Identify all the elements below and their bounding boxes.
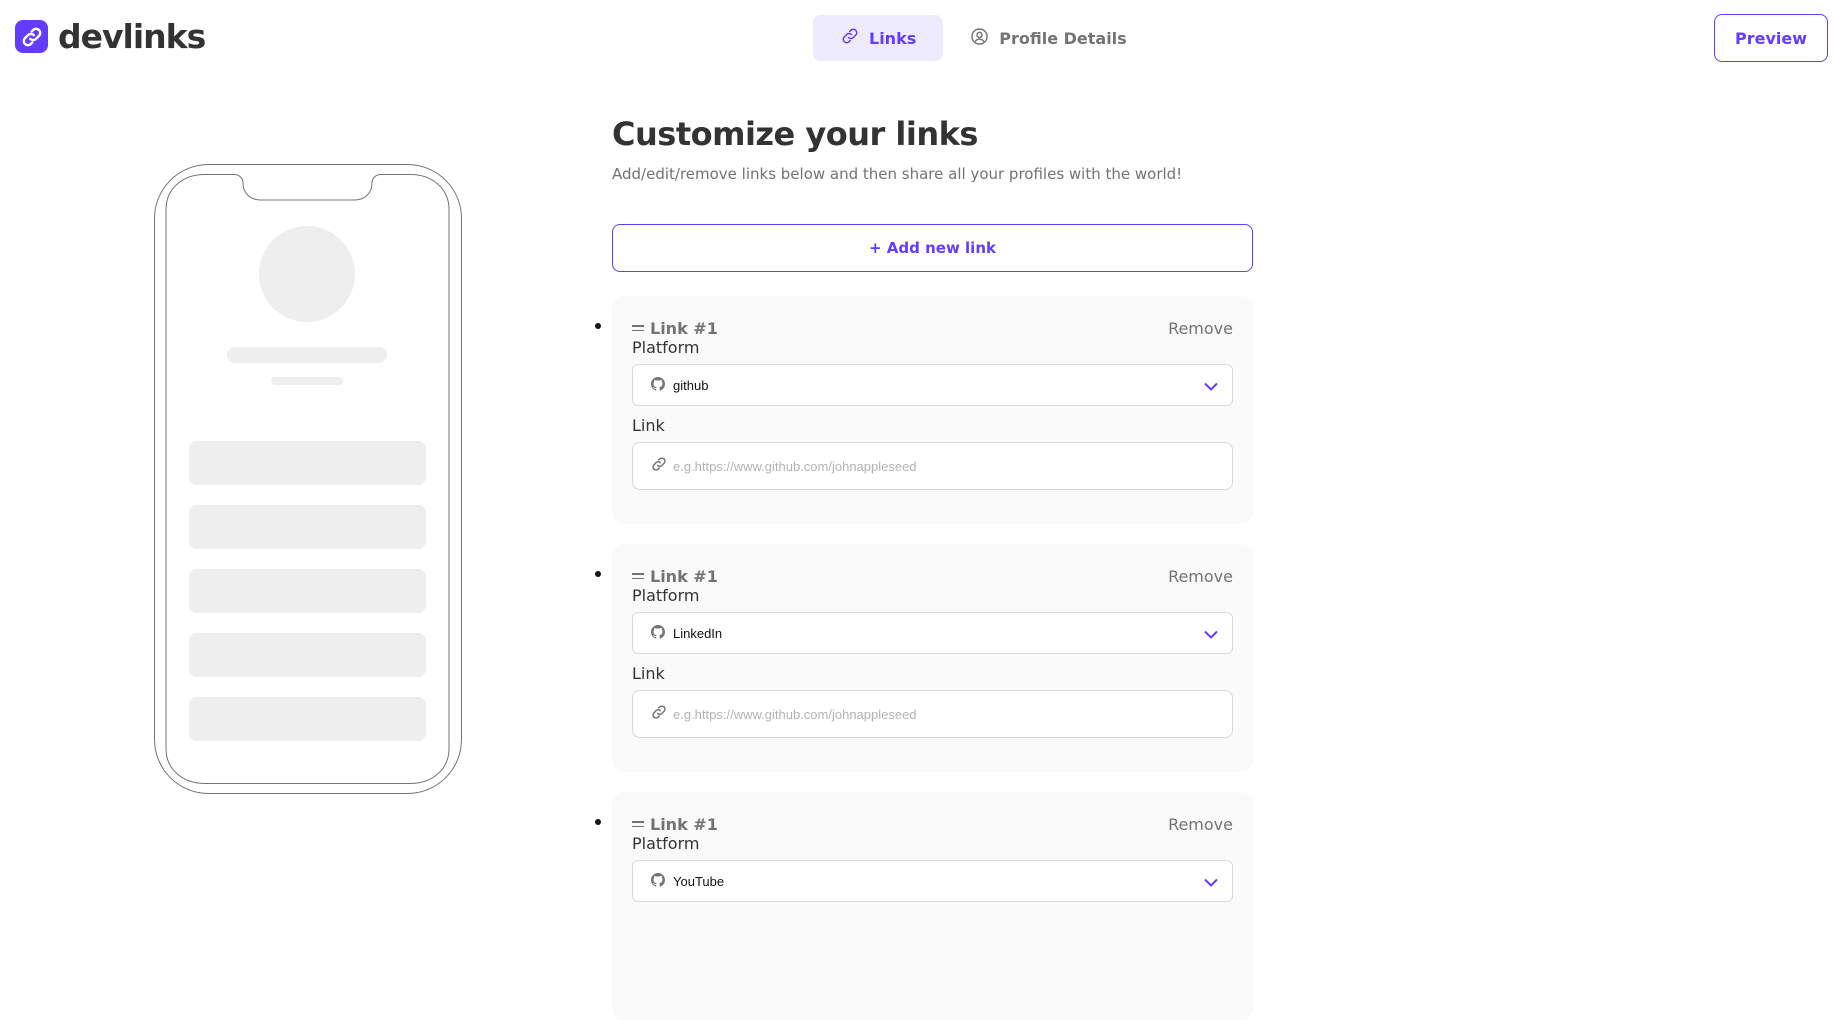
chevron-down-icon xyxy=(1204,624,1218,643)
chevron-down-icon xyxy=(1204,872,1218,891)
platform-label: Platform xyxy=(632,586,700,605)
github-icon xyxy=(651,872,665,891)
remove-link-button[interactable]: Remove xyxy=(1168,815,1233,834)
page-title: Customize your links xyxy=(612,115,978,153)
list-bullet xyxy=(595,819,601,825)
remove-link-button[interactable]: Remove xyxy=(1168,567,1233,586)
link-card-header: Link #1 Remove xyxy=(632,812,1233,836)
link-icon xyxy=(651,704,667,724)
platform-select-value: YouTube xyxy=(673,873,725,889)
link-logo-icon xyxy=(15,20,48,53)
name-placeholder xyxy=(227,347,387,363)
drag-handle-icon[interactable] xyxy=(632,821,644,827)
links-editor: Customize your links Add/edit/remove lin… xyxy=(595,112,1254,1020)
link-title-text: Link #1 xyxy=(650,814,718,834)
github-icon xyxy=(651,376,665,395)
tab-profile-details[interactable]: Profile Details xyxy=(955,15,1141,61)
tab-links[interactable]: Links xyxy=(813,15,944,61)
link-title: Link #1 xyxy=(632,319,718,338)
page-subtitle: Add/edit/remove links below and then sha… xyxy=(612,165,1183,183)
link-placeholder xyxy=(189,569,426,613)
platform-select-value: github xyxy=(673,377,709,393)
drag-handle-icon[interactable] xyxy=(632,573,644,579)
link-card: Link #1 Remove Platform github Link xyxy=(595,296,1253,524)
link-url-input[interactable] xyxy=(673,458,1216,474)
user-circle-icon xyxy=(970,27,989,50)
preview-button[interactable]: Preview xyxy=(1714,14,1828,62)
drag-handle-icon[interactable] xyxy=(632,325,644,331)
link-title-text: Link #1 xyxy=(650,318,718,338)
link-card: Link #1 Remove Platform YouTube xyxy=(595,792,1253,1020)
remove-link-button[interactable]: Remove xyxy=(1168,319,1233,338)
link-title-text: Link #1 xyxy=(650,566,718,586)
platform-select[interactable]: github xyxy=(632,364,1233,406)
link-input-wrapper xyxy=(632,442,1233,490)
top-navbar: devlinks Links Profile Details Preview xyxy=(0,0,1835,76)
list-bullet xyxy=(595,571,601,577)
platform-select[interactable]: LinkedIn xyxy=(632,612,1233,654)
avatar-placeholder xyxy=(259,226,355,322)
email-placeholder xyxy=(271,377,343,385)
link-card-header: Link #1 Remove xyxy=(632,316,1233,340)
app-logo[interactable]: devlinks xyxy=(15,17,206,56)
tab-links-label: Links xyxy=(869,28,917,48)
platform-label: Platform xyxy=(632,338,700,357)
list-bullet xyxy=(595,323,601,329)
chevron-down-icon xyxy=(1204,376,1218,395)
link-title: Link #1 xyxy=(632,567,718,586)
link-url-input[interactable] xyxy=(673,706,1216,722)
add-new-link-button[interactable]: + Add new link xyxy=(612,224,1253,272)
platform-select-value: LinkedIn xyxy=(673,625,723,641)
link-icon xyxy=(841,27,859,49)
tab-profile-details-label: Profile Details xyxy=(999,28,1127,48)
link-placeholder xyxy=(189,441,426,485)
app-name: devlinks xyxy=(58,17,206,56)
link-label: Link xyxy=(632,664,665,683)
link-card-header: Link #1 Remove xyxy=(632,564,1233,588)
platform-select[interactable]: YouTube xyxy=(632,860,1233,902)
main-tabs: Links Profile Details xyxy=(813,15,1142,61)
link-card: Link #1 Remove Platform LinkedIn Link xyxy=(595,544,1253,772)
link-placeholder xyxy=(189,505,426,549)
phone-preview xyxy=(154,164,462,794)
github-icon xyxy=(651,624,665,643)
link-icon xyxy=(651,456,667,476)
link-input-wrapper xyxy=(632,690,1233,738)
link-label: Link xyxy=(632,416,665,435)
platform-label: Platform xyxy=(632,834,700,853)
link-placeholder xyxy=(189,633,426,677)
link-title: Link #1 xyxy=(632,815,718,834)
link-placeholder xyxy=(189,697,426,741)
